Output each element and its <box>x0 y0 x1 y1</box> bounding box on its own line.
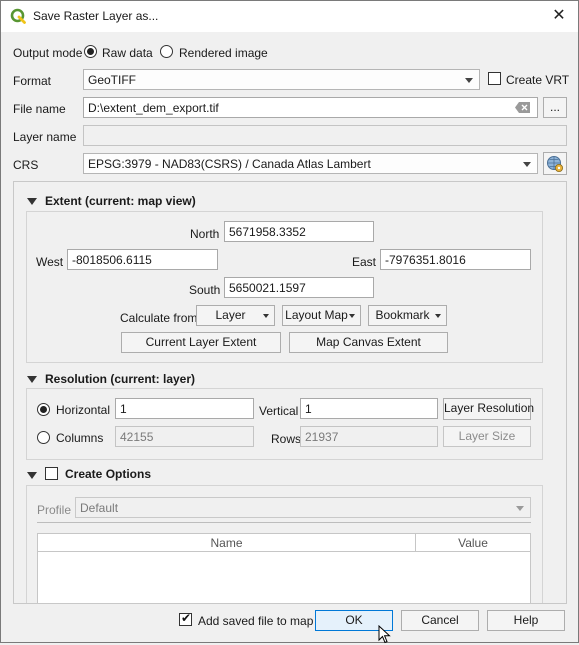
format-combo[interactable]: GeoTIFF <box>83 69 480 90</box>
north-input[interactable]: 5671958.3352 <box>224 221 374 242</box>
create-options-checkbox[interactable] <box>45 467 58 480</box>
calc-bookmark-label: Bookmark <box>375 308 430 322</box>
table-header-name[interactable]: Name <box>38 534 416 552</box>
horizontal-value: 1 <box>120 402 127 416</box>
layer-name-label: Layer name <box>13 130 77 144</box>
title-bar: Save Raster Layer as... ✕ <box>1 1 578 32</box>
qgis-icon <box>10 8 26 24</box>
layer-name-input[interactable] <box>83 125 567 146</box>
chevron-down-icon <box>349 314 355 318</box>
extent-section-title: Extent (current: map view) <box>45 194 196 208</box>
raw-data-radio[interactable] <box>84 45 97 58</box>
profile-combo[interactable]: Default <box>75 497 531 518</box>
save-raster-dialog: Save Raster Layer as... ✕ Output mode Ra… <box>0 0 579 644</box>
south-input[interactable]: 5650021.1597 <box>224 277 374 298</box>
clear-icon[interactable] <box>515 102 531 113</box>
columns-label: Columns <box>56 431 104 445</box>
rows-input[interactable]: 21937 <box>300 426 438 447</box>
globe-icon <box>547 156 563 172</box>
columns-value: 42155 <box>120 430 154 444</box>
calc-layout-map-label: Layout Map <box>285 308 348 322</box>
options-scroll-area[interactable]: Extent (current: map view) North 5671958… <box>13 181 567 604</box>
chevron-down-icon <box>465 78 473 83</box>
profile-label: Profile <box>37 503 72 517</box>
create-options-table[interactable]: Name Value <box>37 533 531 603</box>
horizontal-radio[interactable] <box>37 403 50 416</box>
south-label: South <box>189 283 221 297</box>
vertical-input[interactable]: 1 <box>300 398 438 419</box>
south-value: 5650021.1597 <box>229 281 306 295</box>
format-label: Format <box>13 74 52 88</box>
file-name-input[interactable]: D:\extent_dem_export.tif <box>83 97 538 118</box>
current-layer-extent-button[interactable]: Current Layer Extent <box>121 332 281 353</box>
format-value: GeoTIFF <box>88 73 137 87</box>
west-input[interactable]: -8018506.6115 <box>67 249 218 270</box>
window-title: Save Raster Layer as... <box>33 9 159 23</box>
close-icon[interactable]: ✕ <box>549 6 569 26</box>
calc-from-bookmark-button[interactable]: Bookmark <box>368 305 447 326</box>
raw-data-label: Raw data <box>102 46 153 60</box>
profile-value: Default <box>80 501 119 515</box>
columns-input[interactable]: 42155 <box>115 426 254 447</box>
chevron-down-icon <box>523 162 531 167</box>
calc-from-layer-button[interactable]: Layer <box>196 305 275 326</box>
help-button[interactable]: Help <box>487 610 565 631</box>
vertical-value: 1 <box>305 402 312 416</box>
mouse-cursor-icon <box>378 625 391 644</box>
north-label: North <box>190 227 220 241</box>
crs-value: EPSG:3979 - NAD83(CSRS) / Canada Atlas L… <box>88 157 371 171</box>
calculate-from-label: Calculate from <box>120 311 198 325</box>
create-options-section-title: Create Options <box>65 467 152 481</box>
calc-layer-label: Layer <box>215 308 246 322</box>
chevron-down-icon <box>516 506 524 511</box>
chevron-down-icon <box>435 314 441 318</box>
file-name-label: File name <box>13 102 66 116</box>
east-value: -7976351.8016 <box>385 253 466 267</box>
collapse-create-options-icon[interactable] <box>27 472 37 479</box>
chevron-down-icon <box>263 314 269 318</box>
divider <box>37 522 531 523</box>
crs-selector-button[interactable] <box>543 152 567 175</box>
columns-radio[interactable] <box>37 431 50 444</box>
west-label: West <box>36 255 64 269</box>
create-vrt-checkbox[interactable] <box>488 72 501 85</box>
north-value: 5671958.3352 <box>229 225 306 239</box>
crs-combo[interactable]: EPSG:3979 - NAD83(CSRS) / Canada Atlas L… <box>83 153 538 174</box>
file-name-value: D:\extent_dem_export.tif <box>88 101 219 115</box>
create-vrt-label: Create VRT <box>506 73 570 87</box>
rows-label: Rows <box>271 432 302 446</box>
east-label: East <box>352 255 377 269</box>
rows-value: 21937 <box>305 430 339 444</box>
browse-button[interactable]: ... <box>543 97 567 118</box>
extent-group: North 5671958.3352 West -8018506.6115 Ea… <box>26 211 543 363</box>
rendered-image-radio[interactable] <box>160 45 173 58</box>
layer-size-button[interactable]: Layer Size <box>443 426 531 447</box>
horizontal-label: Horizontal <box>56 403 111 417</box>
resolution-section-title: Resolution (current: layer) <box>45 372 196 386</box>
resolution-group: Horizontal 1 Vertical 1 Layer Resolution… <box>26 388 543 460</box>
west-value: -8018506.6115 <box>72 253 152 267</box>
layer-resolution-button[interactable]: Layer Resolution <box>443 398 534 420</box>
add-saved-file-checkbox[interactable] <box>179 611 192 626</box>
calc-from-layout-map-button[interactable]: Layout Map <box>282 305 361 326</box>
output-mode-label: Output mode <box>13 46 83 60</box>
horizontal-input[interactable]: 1 <box>115 398 254 419</box>
vertical-label: Vertical <box>259 404 299 418</box>
east-input[interactable]: -7976351.8016 <box>380 249 531 270</box>
rendered-image-label: Rendered image <box>179 46 268 60</box>
collapse-resolution-icon[interactable] <box>27 376 37 383</box>
table-header-value[interactable]: Value <box>416 534 530 552</box>
create-options-group: Profile Default Name Value <box>26 485 543 603</box>
cancel-button[interactable]: Cancel <box>401 610 479 631</box>
add-saved-file-label: Add saved file to map <box>198 614 314 628</box>
collapse-extent-icon[interactable] <box>27 198 37 205</box>
vertical-scrollbar[interactable] <box>563 182 566 603</box>
map-canvas-extent-button[interactable]: Map Canvas Extent <box>289 332 448 353</box>
crs-label: CRS <box>13 158 39 172</box>
